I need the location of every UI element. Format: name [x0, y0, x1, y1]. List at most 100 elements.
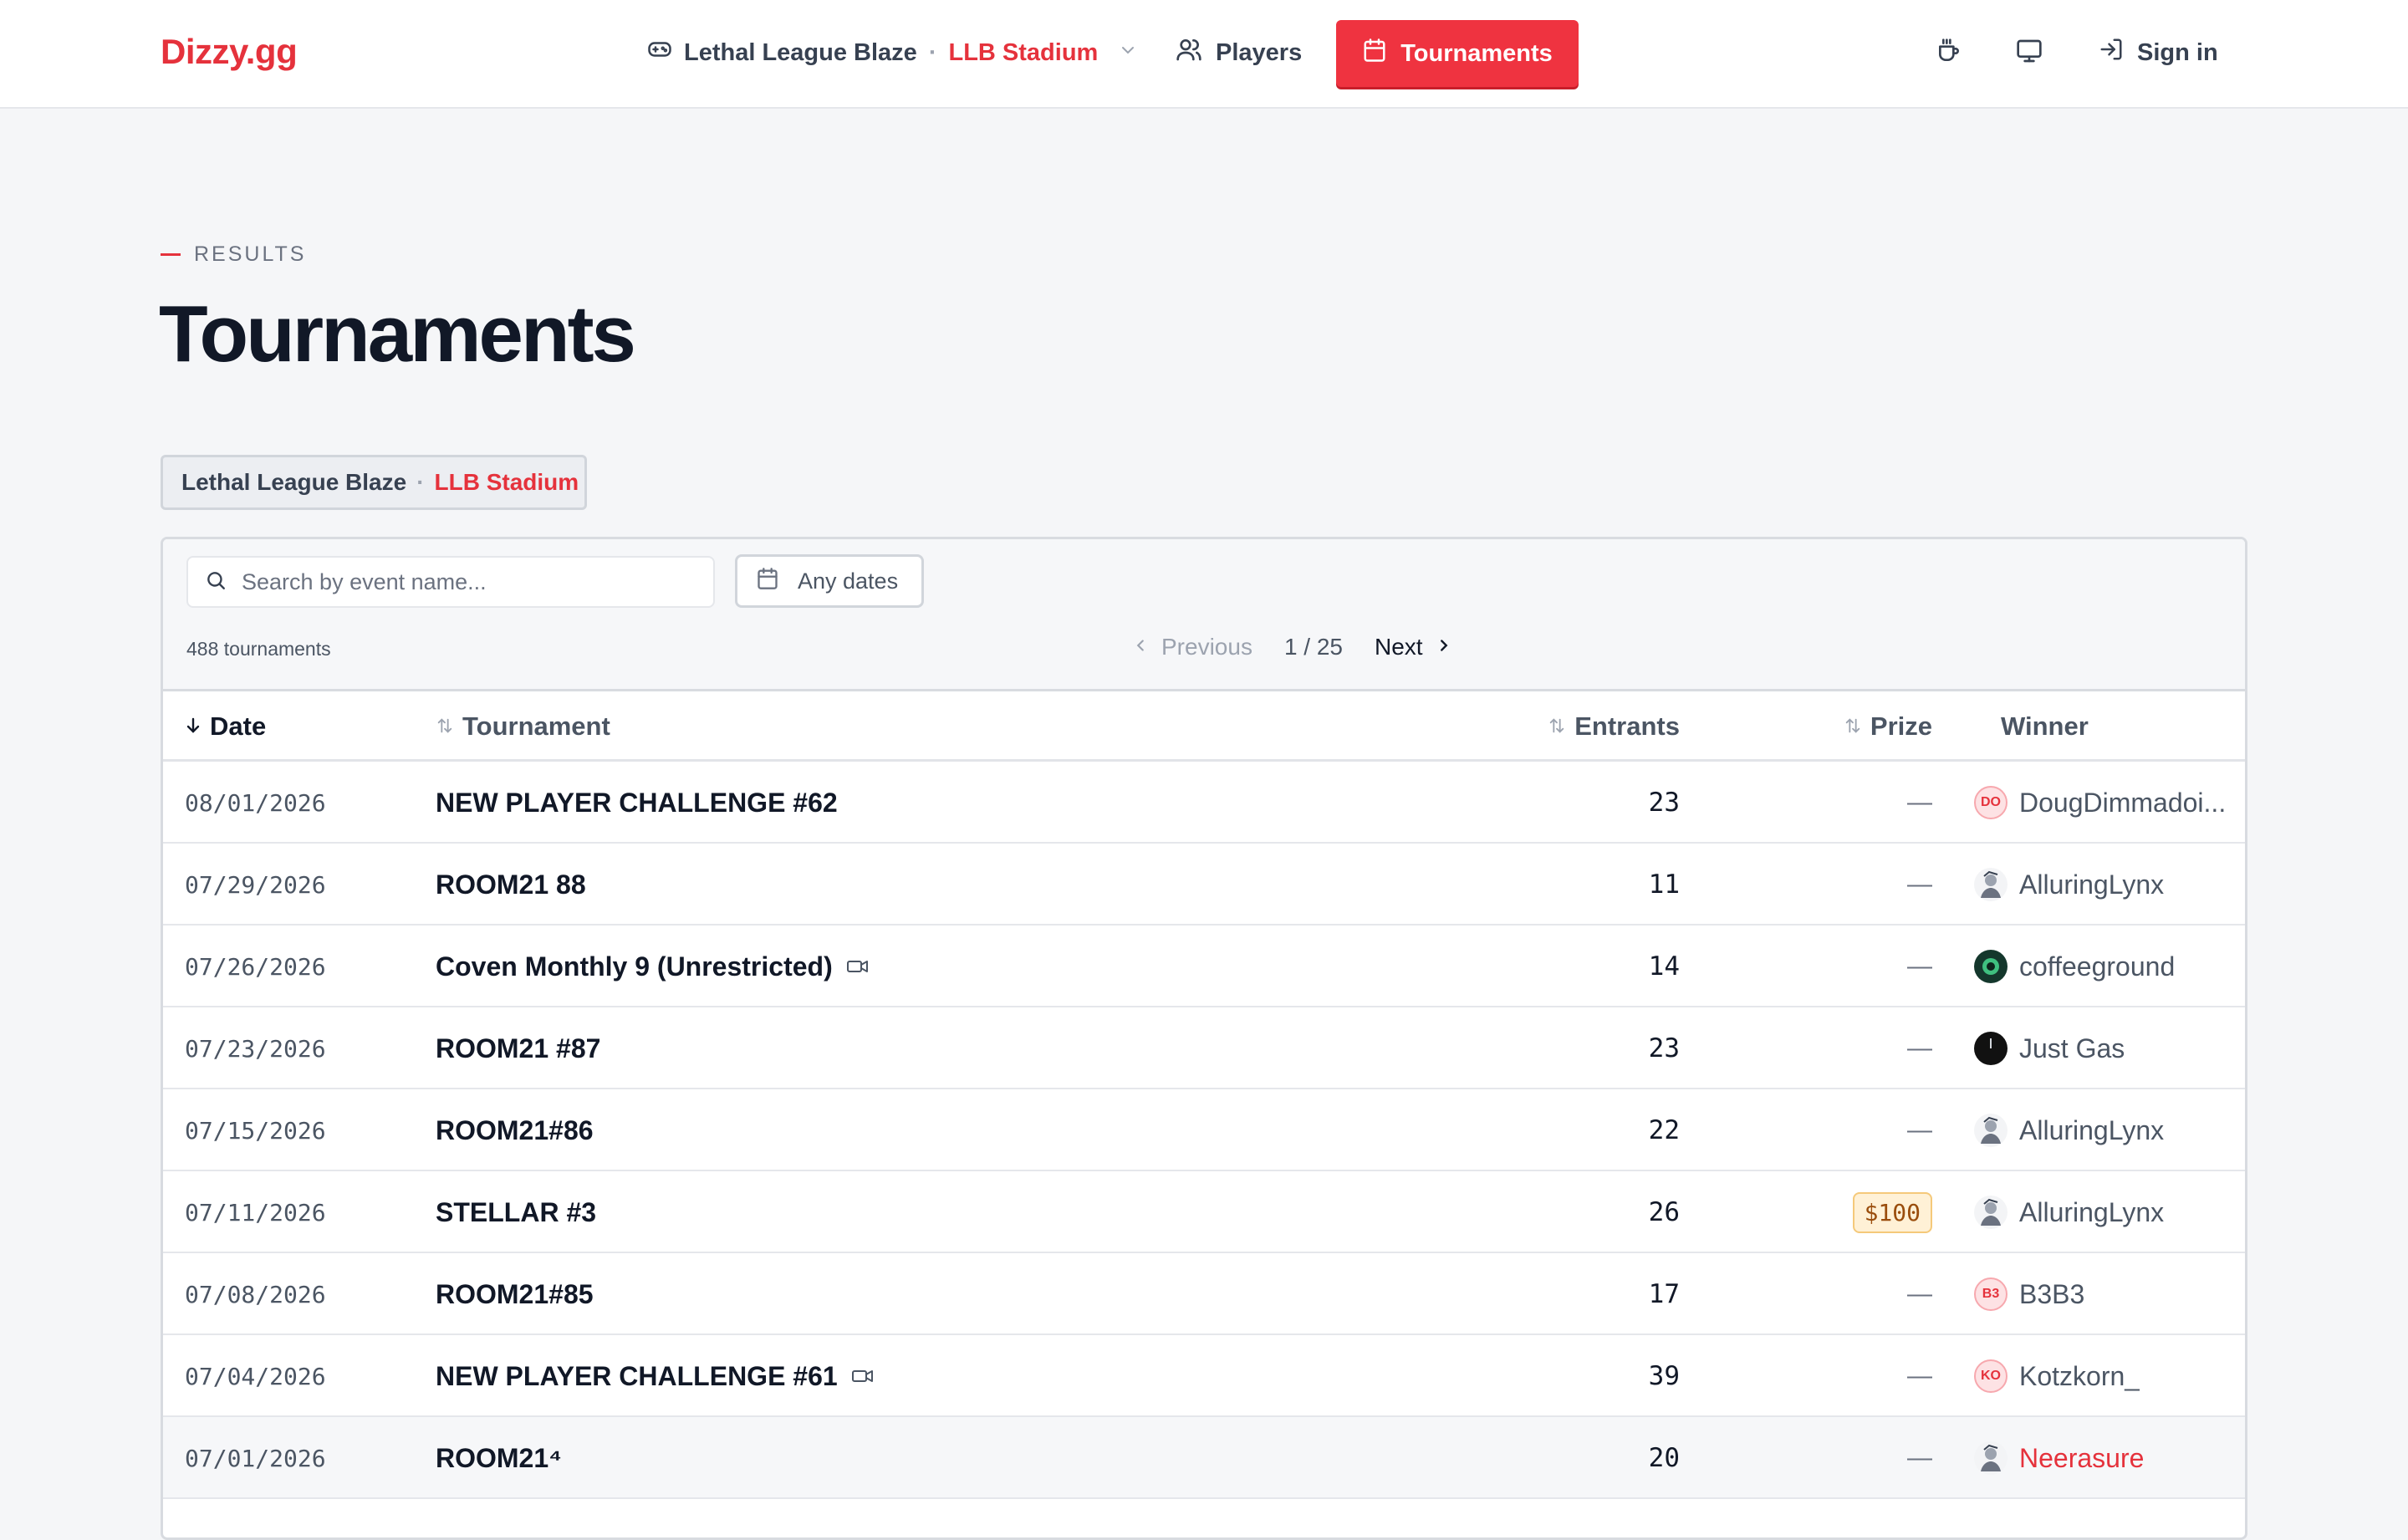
row-prize: —	[1907, 952, 1932, 980]
row-tournament[interactable]: NEW PLAYER CHALLENGE #62	[436, 762, 838, 844]
winner-name: AlluringLynx	[2019, 869, 2165, 900]
row-prize: —	[1907, 1444, 1932, 1471]
row-entrants: 22	[1648, 1115, 1680, 1145]
table-row[interactable]: 07/15/2026 ROOM21#86 22 — AlluringLynx	[163, 1089, 2245, 1171]
table-row[interactable]: 07/26/2026 Coven Monthly 9 (Unrestricted)…	[163, 926, 2245, 1007]
avatar	[1974, 1032, 2008, 1065]
avatar: B3	[1974, 1277, 2008, 1311]
tournament-name: ROOM21#85	[436, 1278, 594, 1309]
winner-name: coffeeground	[2019, 951, 2176, 982]
table-row[interactable]: 07/23/2026 ROOM21 #87 23 — Just Gas	[163, 1007, 2245, 1089]
row-prize: $100	[1852, 1171, 1932, 1253]
sort-icon	[1844, 711, 1862, 742]
row-tournament[interactable]: ROOM21 #87	[436, 1007, 600, 1089]
coffee-icon	[1936, 38, 1962, 69]
logo[interactable]: Dizzy.gg	[161, 32, 298, 72]
date-range-button[interactable]: Any dates	[735, 554, 924, 608]
video-icon	[846, 951, 870, 982]
search-input[interactable]	[242, 569, 710, 595]
chip-game: Lethal League Blaze	[181, 469, 407, 495]
row-tournament[interactable]: NEW PLAYER CHALLENGE #61	[436, 1335, 875, 1417]
next-page-button[interactable]: Next	[1375, 634, 1453, 660]
next-label: Next	[1375, 634, 1423, 660]
row-winner[interactable]: KO Kotzkorn_	[1974, 1335, 2140, 1417]
tournament-name: ROOM21 88	[436, 869, 586, 900]
row-entrants: 23	[1648, 788, 1680, 818]
nav-players[interactable]: Players	[1176, 32, 1302, 74]
page-title: Tournaments	[159, 289, 636, 379]
pagination: Previous 1 / 25 Next	[1131, 626, 1453, 668]
nav-tournaments[interactable]: Tournaments	[1336, 20, 1579, 87]
row-entrants: 11	[1648, 869, 1680, 900]
row-date: 07/04/2026	[185, 1362, 326, 1390]
row-tournament[interactable]: ROOM21#86	[436, 1089, 594, 1171]
chevron-down-icon	[1118, 39, 1138, 67]
sort-icon	[1548, 711, 1566, 742]
row-prize: —	[1907, 1116, 1932, 1144]
login-icon	[2099, 37, 2124, 69]
row-tournament[interactable]: ROOM21 88	[436, 844, 586, 926]
column-entrants-label: Entrants	[1574, 711, 1680, 741]
coffee-button[interactable]	[1931, 35, 1967, 70]
row-tournament[interactable]: STELLAR #3	[436, 1171, 596, 1253]
row-tournament[interactable]: ROOM21⁴	[436, 1417, 562, 1499]
column-winner-label: Winner	[2001, 711, 2089, 741]
avatar	[1974, 1196, 2008, 1229]
tournament-name: ROOM21#86	[436, 1114, 594, 1145]
calendar-icon	[756, 567, 779, 596]
column-entrants[interactable]: Entrants	[1548, 691, 1680, 762]
row-tournament[interactable]: Coven Monthly 9 (Unrestricted)	[436, 926, 870, 1007]
row-winner[interactable]: Neerasure	[1974, 1417, 2144, 1499]
row-prize: —	[1907, 1362, 1932, 1390]
row-entrants: 20	[1648, 1443, 1680, 1473]
game-filter-chip[interactable]: Lethal League Blaze · LLB Stadium	[161, 455, 587, 510]
column-date[interactable]: Date	[185, 691, 266, 762]
sort-icon	[436, 711, 454, 742]
column-winner: Winner	[2001, 691, 2089, 762]
section-eyebrow: RESULTS	[161, 242, 306, 267]
row-entrants: 17	[1648, 1279, 1680, 1309]
region-name: LLB Stadium	[948, 38, 1099, 66]
row-winner[interactable]: Just Gas	[1974, 1007, 2125, 1089]
row-date: 07/29/2026	[185, 870, 326, 899]
table-row[interactable]: 07/04/2026 NEW PLAYER CHALLENGE #61 39— KO K…	[163, 1335, 2245, 1417]
row-date: 07/11/2026	[185, 1198, 326, 1226]
gamepad-icon	[647, 37, 672, 69]
row-winner[interactable]: AlluringLynx	[1974, 844, 2164, 926]
game-selector[interactable]: Lethal League Blaze · LLB Stadium	[647, 32, 1138, 74]
search-box	[186, 556, 715, 608]
game-name: Lethal League Blaze	[684, 38, 917, 66]
row-winner[interactable]: AlluringLynx	[1974, 1089, 2164, 1171]
sign-in-label: Sign in	[2137, 38, 2218, 66]
table-body: 08/01/2026 NEW PLAYER CHALLENGE #62 23 — DO D…	[163, 762, 2245, 1499]
row-prize: —	[1907, 1280, 1932, 1308]
date-range-label: Any dates	[798, 568, 899, 594]
row-winner[interactable]: AlluringLynx	[1974, 1171, 2164, 1253]
separator: ·	[928, 38, 937, 66]
avatar: KO	[1974, 1359, 2008, 1393]
row-date: 08/01/2026	[185, 788, 326, 817]
chip-separator: ·	[416, 469, 425, 495]
row-winner[interactable]: DO DougDimmadoi...	[1974, 762, 2226, 844]
row-tournament[interactable]: ROOM21#85	[436, 1253, 594, 1335]
table-row[interactable]: 07/01/2026 ROOM21⁴ 20 — Neerasure	[163, 1417, 2245, 1499]
previous-page-button[interactable]: Previous	[1131, 634, 1252, 660]
sign-in-button[interactable]: Sign in	[2099, 32, 2218, 74]
video-icon	[851, 1361, 875, 1392]
tournament-count: 488 tournaments	[186, 638, 331, 660]
row-winner[interactable]: coffeeground	[1974, 926, 2175, 1007]
table-row[interactable]: 07/11/2026 STELLAR #3 26 $100 AlluringLynx	[163, 1171, 2245, 1253]
table-row[interactable]: 08/01/2026 NEW PLAYER CHALLENGE #62 23— DO D…	[163, 762, 2245, 844]
table-row[interactable]: 07/29/2026 ROOM21 88 11 — AlluringLynx	[163, 844, 2245, 926]
table-header: Date Tournament Entrants Prize Winner	[163, 691, 2245, 762]
column-prize[interactable]: Prize	[1844, 691, 1932, 762]
row-date: 07/23/2026	[185, 1034, 326, 1063]
eyebrow-label: RESULTS	[194, 242, 307, 266]
row-winner[interactable]: B3 B3B3	[1974, 1253, 2084, 1335]
search-icon	[205, 569, 227, 595]
table-row[interactable]: 07/08/2026 ROOM21#85 17— B3 B3B3	[163, 1253, 2245, 1335]
column-tournament[interactable]: Tournament	[436, 691, 610, 762]
winner-name: B3B3	[2019, 1278, 2085, 1309]
column-date-label: Date	[210, 711, 267, 741]
display-button[interactable]	[2012, 35, 2047, 70]
